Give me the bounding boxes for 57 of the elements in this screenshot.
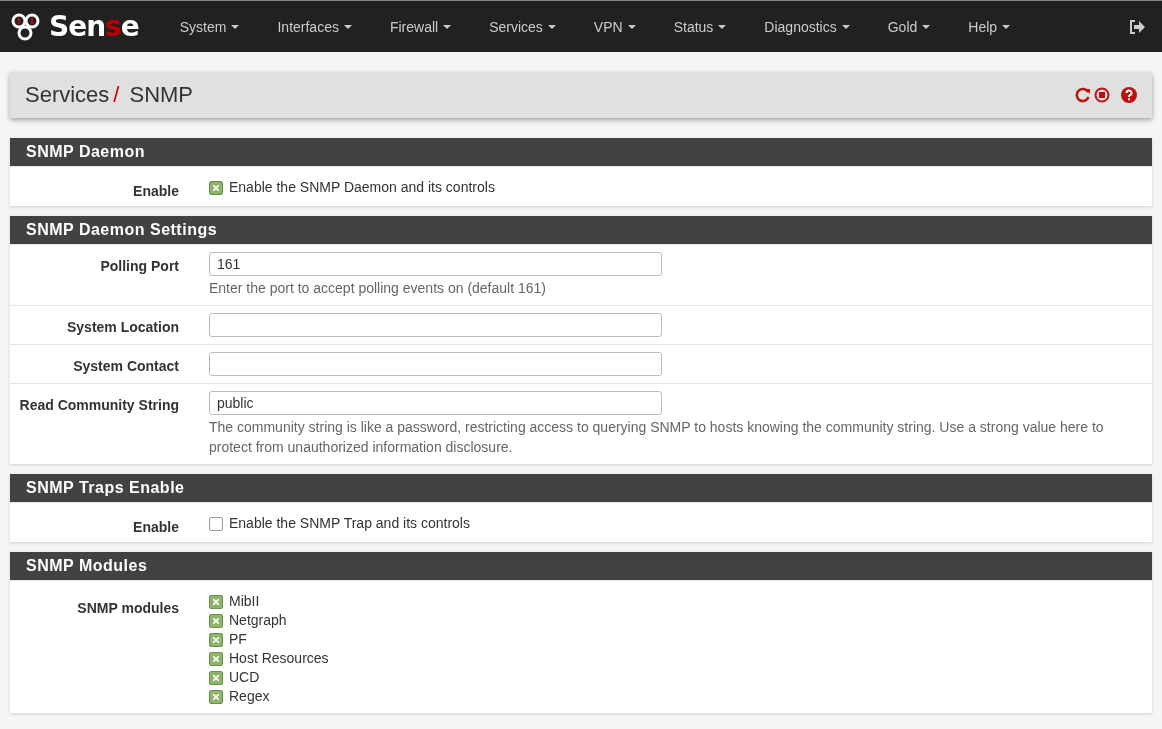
checkbox[interactable] — [209, 689, 223, 704]
cross-mark-icon — [213, 655, 219, 662]
checkbox-label[interactable]: UCD — [209, 668, 1112, 687]
checkbox[interactable] — [209, 613, 223, 628]
cross-mark-icon — [213, 617, 219, 624]
cross-mark-icon — [213, 674, 219, 681]
help-text: The community string is like a password, restricting access to querying SNMP to hosts knowing the community string. Use a strong value here to protect from unauthorized information disclosure. — [209, 418, 1105, 457]
menu-item[interactable]: Diagnostics — [745, 18, 869, 35]
input-field[interactable]: public — [209, 391, 662, 415]
checkbox-label[interactable]: PF — [209, 630, 1112, 649]
checkbox[interactable] — [209, 180, 223, 195]
checkbox[interactable] — [209, 651, 223, 666]
checkbox[interactable] — [209, 670, 223, 685]
menu-item[interactable]: Services — [470, 18, 575, 35]
cross-mark-icon — [213, 598, 219, 605]
checkbox[interactable] — [209, 594, 223, 609]
logout-icon[interactable] — [1129, 19, 1145, 34]
field-label: Enable — [132, 518, 179, 535]
section-header: SNMP Modules — [10, 552, 1152, 580]
section-header: SNMP Traps Enable — [10, 474, 1152, 502]
checkbox[interactable] — [209, 516, 223, 531]
logo-text[interactable]: Sense — [49, 10, 139, 43]
field-label: System Location — [65, 318, 179, 337]
checkbox-label[interactable]: Regex — [209, 687, 1112, 706]
checkbox-label[interactable]: Enable the SNMP Trap and its controls — [209, 514, 1112, 533]
restart-icon[interactable] — [1075, 87, 1091, 103]
menu-item[interactable]: System — [160, 18, 259, 35]
menu-item[interactable]: Status — [654, 18, 746, 35]
help-icon[interactable] — [1121, 87, 1137, 103]
menu-item[interactable]: Interfaces — [258, 18, 371, 35]
menu-item[interactable]: VPN — [574, 18, 655, 35]
checkbox[interactable] — [209, 632, 223, 647]
section-header: SNMP Daemon — [10, 138, 1152, 166]
field-label: SNMP modules — [76, 599, 179, 618]
menu-item[interactable]: Help — [949, 18, 1030, 35]
input-field[interactable] — [209, 352, 662, 376]
input-field[interactable]: 161 — [209, 252, 662, 276]
checkbox-label[interactable]: Enable the SNMP Daemon and its controls — [209, 178, 1112, 197]
checkbox-label[interactable]: Host Resources — [209, 649, 1112, 668]
field-label: Polling Port — [99, 257, 179, 276]
checkbox-label[interactable]: Netgraph — [209, 611, 1112, 630]
breadcrumb-separator: / — [113, 82, 120, 108]
field-label: Enable — [132, 182, 179, 199]
menu-item[interactable]: Firewall — [370, 18, 471, 35]
checkbox-label[interactable]: MibII — [209, 592, 1112, 611]
section-header: SNMP Daemon Settings — [10, 216, 1152, 244]
stop-icon[interactable] — [1094, 87, 1110, 103]
help-text: Enter the port to accept polling events on (default 161) — [209, 279, 547, 298]
cross-mark-icon — [213, 693, 219, 700]
input-field[interactable] — [209, 313, 662, 337]
field-label: System Contact — [72, 357, 179, 376]
field-label: Read Community String — [18, 396, 179, 415]
menu-item[interactable]: Gold — [868, 18, 950, 35]
breadcrumb-link[interactable]: Services — [25, 82, 110, 108]
cross-mark-icon — [213, 184, 219, 191]
page-title: SNMP — [129, 82, 194, 108]
cross-mark-icon — [213, 636, 219, 643]
